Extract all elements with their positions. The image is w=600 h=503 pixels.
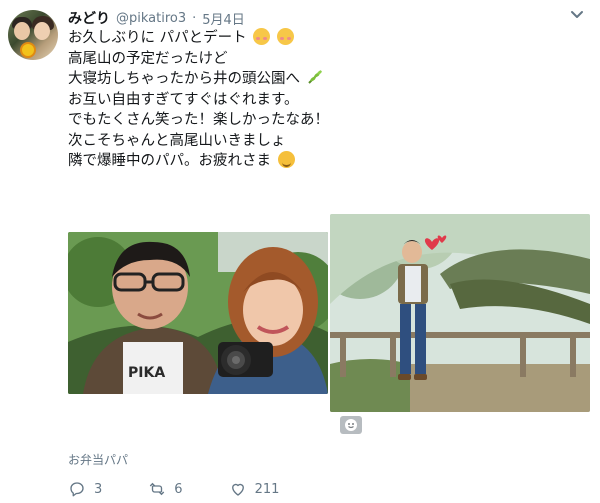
display-name[interactable]: みどり bbox=[68, 8, 110, 28]
tweet-header: みどり @pikatiro3 · 5月4日 bbox=[68, 8, 245, 28]
tweet-line: 次こそちゃんと高尾山いきましょ bbox=[68, 131, 578, 152]
tweet-line: 高尾山の予定だったけど bbox=[68, 49, 578, 70]
tweet-line-text: でもたくさん笑った！楽しかったなあ！ bbox=[68, 112, 329, 128]
tweet-date[interactable]: 5月4日 bbox=[202, 9, 245, 28]
user-handle[interactable]: @pikatiro3 bbox=[116, 11, 186, 26]
chevron-down-icon[interactable] bbox=[568, 6, 586, 24]
photo-couple-selfie[interactable]: PIKA bbox=[68, 232, 328, 394]
tweet-line: でもたくさん笑った！楽しかったなあ！ bbox=[68, 110, 578, 131]
tweet-line-text: お久しぶりに パパとデート bbox=[68, 30, 247, 46]
relieved-face-icon bbox=[277, 151, 295, 168]
leaf-icon bbox=[307, 70, 322, 84]
tweet-line-text: お互い自由すぎてすぐはぐれます。 bbox=[68, 91, 299, 108]
reply-button[interactable]: 3 bbox=[68, 480, 102, 498]
avatar[interactable] bbox=[8, 10, 58, 60]
separator-dot: · bbox=[192, 10, 197, 26]
tweet-line-text: 隣で爆睡中のパパ。お疲れさま bbox=[68, 153, 271, 169]
smiling-face-icon bbox=[276, 28, 294, 45]
photo-man-by-tree-art bbox=[330, 214, 590, 412]
tweet-line: お互い自由すぎてすぐはぐれます。 bbox=[68, 90, 578, 111]
retweet-count: 6 bbox=[174, 481, 183, 497]
heart-icon bbox=[231, 483, 244, 496]
smiling-face-icon bbox=[253, 28, 271, 45]
svg-text:PIKA: PIKA bbox=[128, 365, 165, 381]
retweet-icon bbox=[150, 482, 165, 496]
tweet-line-text: 高尾山の予定だったけど bbox=[68, 50, 228, 67]
photo-man-by-tree[interactable] bbox=[330, 214, 590, 412]
reply-count: 3 bbox=[94, 481, 103, 497]
tweet-line-text: 次こそちゃんと高尾山いきましょ bbox=[68, 132, 286, 149]
location-label[interactable]: お弁当パパ bbox=[68, 451, 128, 468]
tweet-line: 大寝坊しちゃったから井の頭公園へ bbox=[68, 69, 578, 90]
retweet-button[interactable]: 6 bbox=[148, 480, 183, 498]
gif-icon[interactable] bbox=[340, 416, 362, 434]
like-count: 211 bbox=[254, 481, 280, 497]
tweet-line-text: 大寝坊しちゃったから井の頭公園へ bbox=[68, 71, 300, 87]
tweet-line: お久しぶりに パパとデート bbox=[68, 28, 578, 49]
tweet-text: お久しぶりに パパとデート 高尾山の予定だったけど 大寝坊しちゃったから井の頭公… bbox=[68, 28, 578, 172]
reply-icon bbox=[70, 482, 84, 497]
tweet-line: 隣で爆睡中のパパ。お疲れさま bbox=[68, 151, 578, 172]
photo-couple-selfie-art: PIKA bbox=[68, 232, 328, 394]
tweet-actions: 3 6 211 bbox=[68, 478, 325, 500]
like-button[interactable]: 211 bbox=[229, 480, 280, 498]
